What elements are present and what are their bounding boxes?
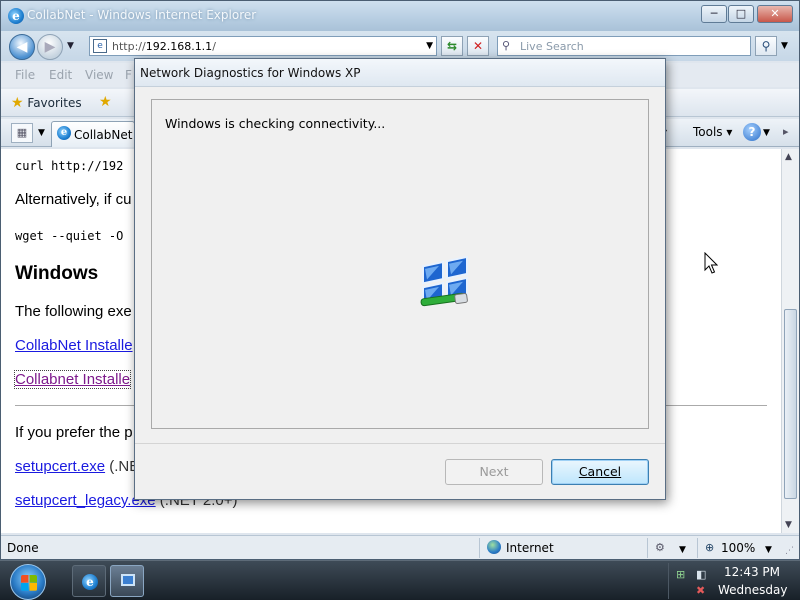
url-prefix: http:// <box>112 40 146 53</box>
zoom-level[interactable]: 100% <box>721 541 755 555</box>
url-host: 192.168.1.1 <box>145 40 213 53</box>
tools-menu[interactable]: Tools ▾ <box>693 125 732 139</box>
maximize-button[interactable]: □ <box>728 5 754 23</box>
refresh-button[interactable]: ⇆ <box>441 36 463 56</box>
window-titlebar[interactable]: e CollabNet - Windows Internet Explorer … <box>1 1 799 31</box>
window-title: CollabNet - Windows Internet Explorer <box>27 8 257 22</box>
status-separator <box>647 538 648 558</box>
resize-grip-icon[interactable]: ⋰ <box>785 546 794 556</box>
search-button[interactable]: ⚲ <box>755 36 777 56</box>
search-magnifier-icon: ⚲ <box>502 39 511 52</box>
next-button[interactable]: Next <box>445 459 543 485</box>
mouse-cursor-icon <box>704 252 718 274</box>
help-dropdown-icon[interactable]: ▼ <box>763 128 770 138</box>
taskbar-network-diagnostics-button[interactable] <box>110 565 144 597</box>
back-button[interactable]: ◀ <box>9 34 35 60</box>
content-code-line-2: wget --quiet -O <box>15 229 124 243</box>
menu-file[interactable]: File <box>15 68 35 82</box>
status-text: Done <box>7 541 39 555</box>
address-toolbar: ◀ ▶ ▼ e http://192.168.1.1/ ▼ ⇆ ✕ ⚲ Live… <box>1 31 799 61</box>
tab-collabnet[interactable]: e CollabNet <box>51 121 135 147</box>
tray-network-icon[interactable]: ⊞ <box>676 568 685 581</box>
clock-day[interactable]: Wednesday <box>718 583 787 597</box>
taskbar-ie-button[interactable]: e <box>72 565 106 597</box>
protected-mode-icon[interactable]: ⚙ <box>655 541 665 554</box>
protected-mode-dropdown-icon[interactable]: ▼ <box>679 545 686 555</box>
tools-label: Tools <box>693 125 723 139</box>
recent-pages-dropdown[interactable]: ▼ <box>67 41 74 51</box>
minimize-button[interactable]: ─ <box>701 5 727 23</box>
dialog-content-panel: Windows is checking connectivity... <box>151 99 649 429</box>
dialog-title: Network Diagnostics for Windows XP <box>140 66 361 80</box>
dialog-status-text: Windows is checking connectivity... <box>165 116 386 131</box>
link-setupcert[interactable]: setupcert.exe <box>15 458 105 475</box>
url-suffix: / <box>212 40 216 53</box>
taskbar: e ⊞ ◧ ✖ 12:43 PM Wednesday <box>0 560 800 600</box>
address-input[interactable]: e http://192.168.1.1/ ▼ <box>89 36 437 56</box>
link-collabnet-installer-2[interactable]: Collabnet Installe <box>13 370 132 389</box>
scroll-up-icon[interactable]: ▲ <box>785 152 792 162</box>
dialog-titlebar[interactable]: Network Diagnostics for Windows XP <box>135 59 665 87</box>
quick-tabs-button[interactable]: ▦ <box>11 123 33 143</box>
stop-button[interactable]: ✕ <box>467 36 489 56</box>
content-code-line-1: curl http://192 <box>15 159 124 173</box>
cancel-label: Cancel <box>578 464 622 479</box>
tray-security-shield-icon[interactable]: ✖ <box>696 584 705 597</box>
windows-flag-icon <box>21 575 37 591</box>
menu-view[interactable]: View <box>85 68 113 82</box>
section-heading-windows: Windows <box>15 263 99 284</box>
status-separator <box>479 538 480 558</box>
search-options-dropdown[interactable]: ▼ <box>781 41 788 51</box>
search-placeholder: Live Search <box>520 40 584 53</box>
zoom-dropdown-icon[interactable]: ▼ <box>765 545 772 555</box>
start-button[interactable] <box>10 564 46 600</box>
search-input[interactable]: ⚲ Live Search <box>497 36 751 56</box>
favorites-label: Favorites <box>27 96 82 110</box>
tab-label: CollabNet <box>74 128 133 142</box>
tab-list-dropdown[interactable]: ▼ <box>38 128 45 138</box>
status-separator <box>697 538 698 558</box>
tab-ie-icon: e <box>57 126 71 140</box>
tray-volume-icon[interactable]: ◧ <box>696 568 706 581</box>
network-diagnostics-dialog: Network Diagnostics for Windows XP Windo… <box>134 58 666 500</box>
internet-zone-globe-icon <box>487 540 501 554</box>
menu-edit[interactable]: Edit <box>49 68 72 82</box>
clock-time[interactable]: 12:43 PM <box>724 565 780 579</box>
scrollbar-thumb[interactable] <box>784 309 797 499</box>
close-button[interactable]: ✕ <box>757 5 793 23</box>
content-text-3: If you prefer the p <box>15 424 133 441</box>
status-bar: Done Internet ⚙ ▼ ⊕ 100% ▼ ⋰ <box>1 535 799 559</box>
add-favorite-icon[interactable]: ★ <box>99 94 112 110</box>
security-zone-text: Internet <box>506 541 554 555</box>
taskbar-ie-icon: e <box>82 574 98 590</box>
cancel-button[interactable]: Cancel <box>551 459 649 485</box>
vertical-scrollbar[interactable]: ▲ ▼ <box>781 149 799 533</box>
network-diagnostics-icon <box>121 574 135 586</box>
tray-divider <box>668 563 669 599</box>
ie-icon: e <box>8 8 24 24</box>
zoom-magnifier-icon[interactable]: ⊕ <box>705 541 714 554</box>
help-icon[interactable]: ? <box>743 123 761 141</box>
address-dropdown-icon[interactable]: ▼ <box>426 41 433 51</box>
forward-button[interactable]: ▶ <box>37 34 63 60</box>
network-computers-icon <box>420 255 468 307</box>
toolbar-overflow-icon[interactable]: ▸ <box>783 125 789 138</box>
dialog-divider <box>135 443 665 444</box>
address-url: http://192.168.1.1/ <box>112 40 216 53</box>
favorites-button[interactable]: ★ Favorites <box>11 95 82 111</box>
menu-favorites[interactable]: F <box>125 68 132 82</box>
content-text-1: Alternatively, if cu <box>15 191 132 208</box>
page-icon: e <box>93 39 107 53</box>
scroll-down-icon[interactable]: ▼ <box>785 520 792 530</box>
link-collabnet-installer-1[interactable]: CollabNet Installe <box>15 337 133 354</box>
star-icon: ★ <box>11 95 24 111</box>
content-text-2: The following exe <box>15 303 132 320</box>
